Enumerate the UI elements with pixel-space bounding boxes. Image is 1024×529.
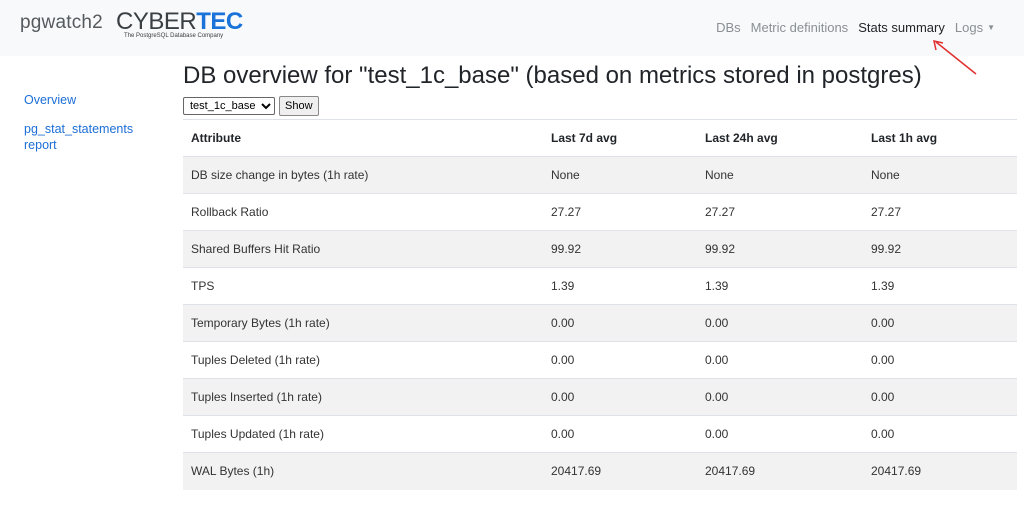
cell-1h: 99.92 [863, 230, 1017, 268]
cell-7d: 1.39 [543, 267, 697, 305]
nav-logs-dropdown[interactable]: Logs ▼ [950, 20, 1000, 35]
sidebar-item-pg-stat-statements[interactable]: pg_stat_statements report [24, 121, 154, 153]
page-title: DB overview for "test_1c_base" (based on… [183, 62, 922, 89]
brand-name[interactable]: pgwatch2 [20, 12, 103, 34]
cell-24h: 0.00 [697, 415, 863, 453]
navbar: pgwatch2 CYBERTEC The PostgreSQL Databas… [0, 0, 1024, 56]
cell-1h: 0.00 [863, 304, 1017, 342]
sidebar: Overview pg_stat_statements report [24, 92, 154, 166]
nav-logs-label: Logs [954, 20, 984, 35]
cell-1h: 27.27 [863, 193, 1017, 231]
sidebar-item-overview[interactable]: Overview [24, 92, 154, 108]
cell-attribute: Tuples Inserted (1h rate) [183, 378, 543, 416]
stats-table: Attribute Last 7d avg Last 24h avg Last … [183, 119, 1017, 490]
cybertec-logo: CYBERTEC The PostgreSQL Database Company [116, 8, 243, 43]
cell-24h: 0.00 [697, 304, 863, 342]
cell-1h: 0.00 [863, 341, 1017, 379]
nav-stats-summary[interactable]: Stats summary [853, 20, 950, 35]
cell-24h: 27.27 [697, 193, 863, 231]
cell-7d: 0.00 [543, 304, 697, 342]
nav-dbs[interactable]: DBs [711, 20, 746, 35]
annotation-arrow-icon [933, 40, 977, 75]
table-row: DB size change in bytes (1h rate) None N… [183, 156, 1017, 194]
cell-attribute: DB size change in bytes (1h rate) [183, 156, 543, 194]
cell-attribute: TPS [183, 267, 543, 305]
table-row: Tuples Inserted (1h rate) 0.00 0.00 0.00 [183, 378, 1017, 416]
show-button[interactable]: Show [279, 96, 319, 116]
table-row: TPS 1.39 1.39 1.39 [183, 267, 1017, 305]
cell-7d: 0.00 [543, 341, 697, 379]
cell-1h: 0.00 [863, 415, 1017, 453]
cell-24h: 0.00 [697, 378, 863, 416]
cell-attribute: Tuples Deleted (1h rate) [183, 341, 543, 379]
db-select[interactable]: test_1c_base [183, 97, 275, 115]
table-row: Shared Buffers Hit Ratio 99.92 99.92 99.… [183, 230, 1017, 268]
nav-metric-definitions[interactable]: Metric definitions [746, 20, 854, 35]
cell-1h: 20417.69 [863, 452, 1017, 490]
cell-attribute: Rollback Ratio [183, 193, 543, 231]
cell-7d: 27.27 [543, 193, 697, 231]
table-row: WAL Bytes (1h) 20417.69 20417.69 20417.6… [183, 452, 1017, 490]
cell-24h: 1.39 [697, 267, 863, 305]
cell-7d: 20417.69 [543, 452, 697, 490]
cell-24h: None [697, 156, 863, 194]
logo-text-part1: CYBER [116, 8, 197, 35]
table-row: Tuples Updated (1h rate) 0.00 0.00 0.00 [183, 415, 1017, 453]
cell-7d: 0.00 [543, 415, 697, 453]
cell-7d: 0.00 [543, 378, 697, 416]
cell-24h: 0.00 [697, 341, 863, 379]
cell-24h: 20417.69 [697, 452, 863, 490]
table-header-row: Attribute Last 7d avg Last 24h avg Last … [183, 119, 1017, 157]
header-last-24h: Last 24h avg [697, 119, 863, 157]
cell-attribute: Tuples Updated (1h rate) [183, 415, 543, 453]
caret-down-icon: ▼ [987, 23, 995, 32]
cell-1h: None [863, 156, 1017, 194]
table-row: Rollback Ratio 27.27 27.27 27.27 [183, 193, 1017, 231]
header-last-7d: Last 7d avg [543, 119, 697, 157]
header-last-1h: Last 1h avg [863, 119, 1017, 157]
table-row: Temporary Bytes (1h rate) 0.00 0.00 0.00 [183, 304, 1017, 342]
table-row: Tuples Deleted (1h rate) 0.00 0.00 0.00 [183, 341, 1017, 379]
cell-1h: 0.00 [863, 378, 1017, 416]
cell-7d: 99.92 [543, 230, 697, 268]
cell-7d: None [543, 156, 697, 194]
cell-24h: 99.92 [697, 230, 863, 268]
db-controls: test_1c_base Show [183, 96, 319, 116]
logo-tagline: The PostgreSQL Database Company [124, 33, 224, 39]
cell-attribute: Shared Buffers Hit Ratio [183, 230, 543, 268]
cell-attribute: Temporary Bytes (1h rate) [183, 304, 543, 342]
header-attribute: Attribute [183, 119, 543, 157]
top-nav: DBs Metric definitions Stats summary Log… [711, 20, 1000, 35]
cell-attribute: WAL Bytes (1h) [183, 452, 543, 490]
logo-text-part2: TEC [196, 8, 243, 35]
cell-1h: 1.39 [863, 267, 1017, 305]
